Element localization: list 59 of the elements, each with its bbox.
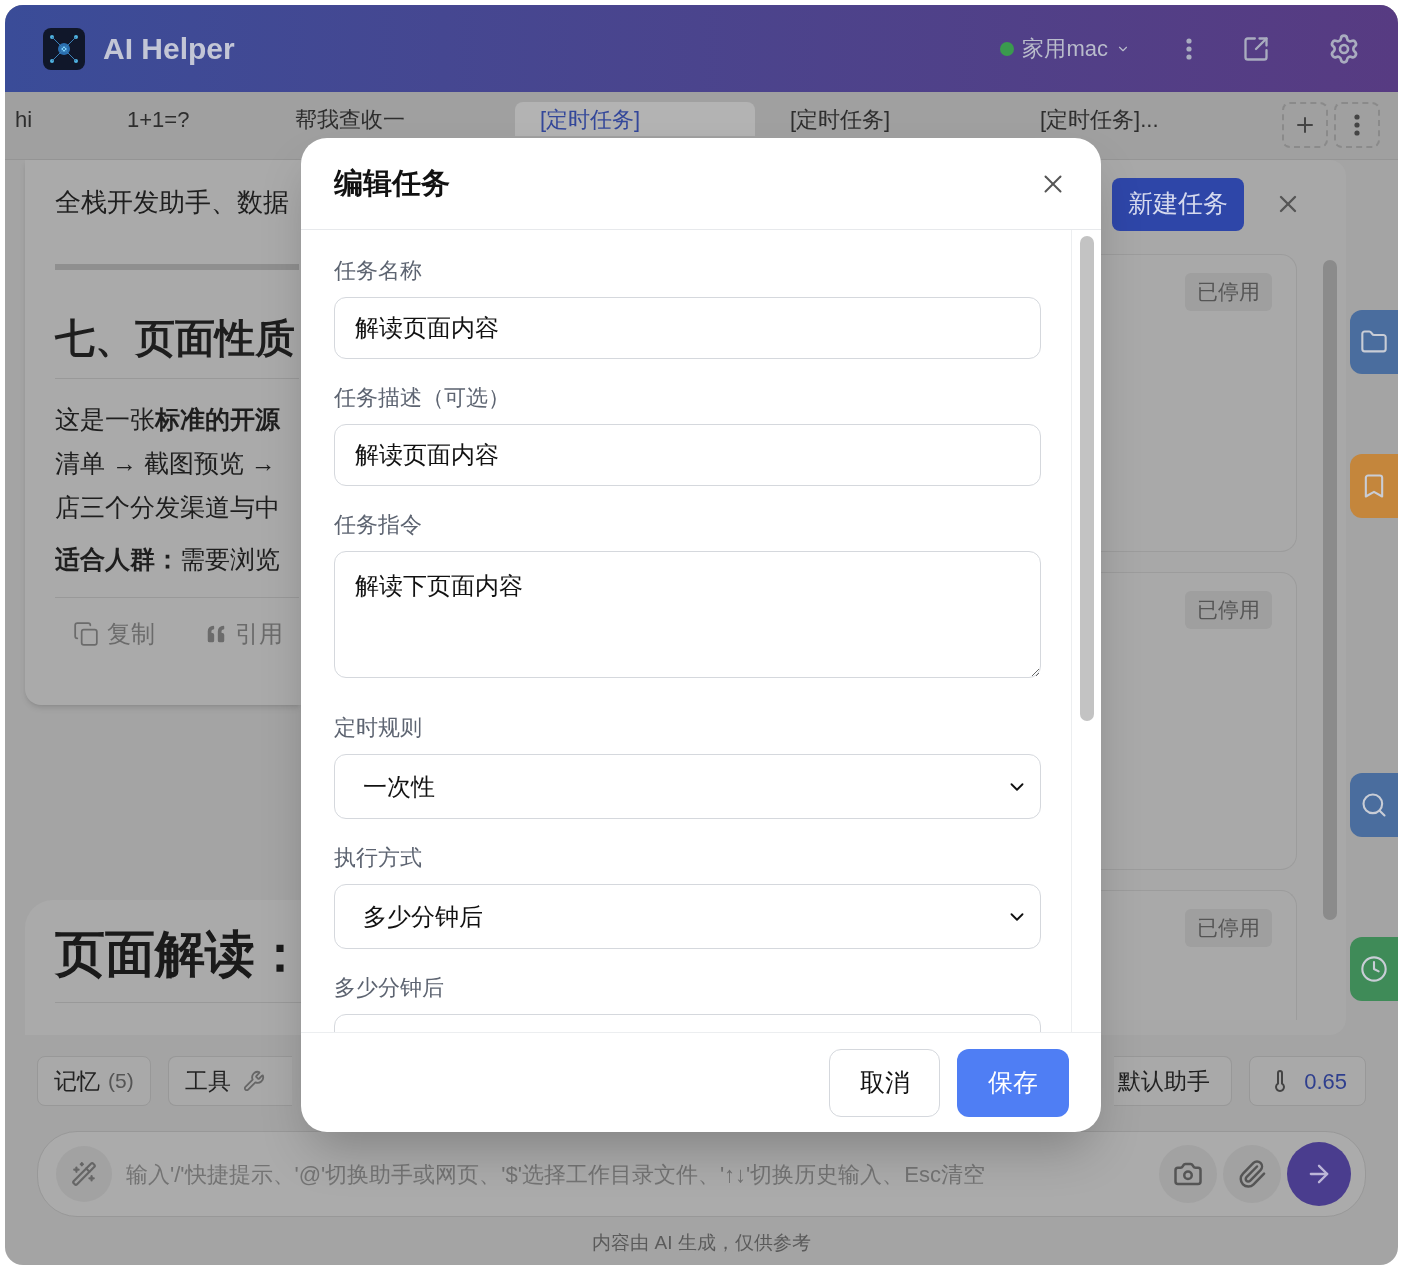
tools-button[interactable]: 工具 (167, 1056, 292, 1106)
copy-icon (73, 621, 99, 647)
text-field[interactable]: 解读页面内容 (334, 297, 1041, 359)
new-task-button[interactable]: 新建任务 (1112, 177, 1244, 231)
clock-icon (1360, 955, 1388, 983)
field-label: 任务描述（可选） (334, 384, 511, 412)
field-label: 执行方式 (334, 844, 423, 872)
side-button[interactable] (1350, 773, 1398, 837)
app-title: AI Helper (103, 31, 235, 67)
device-selector[interactable]: 家用mac (1000, 32, 1130, 65)
status-badge: 已停用 (1185, 273, 1272, 311)
save-button[interactable]: 保存 (957, 1048, 1069, 1117)
external-link-icon[interactable] (1242, 34, 1270, 63)
cancel-button[interactable]: 取消 (829, 1048, 940, 1117)
quote-icon (205, 623, 227, 645)
field-label: 任务指令 (334, 511, 423, 539)
status-badge: 已停用 (1185, 909, 1272, 947)
chat-tab[interactable]: [定时任务]... (1005, 102, 1245, 136)
status-badge: 已停用 (1185, 591, 1272, 629)
dialog-title: 编辑任务 (334, 165, 450, 201)
field-label: 任务名称 (334, 257, 423, 285)
dropdown-field[interactable]: 多少分钟后 (334, 884, 1041, 949)
magic-wand-icon[interactable] (71, 1161, 97, 1187)
more-icon[interactable] (1186, 37, 1192, 60)
task-card[interactable]: 已停用 (1101, 572, 1297, 870)
field-label: 定时规则 (334, 714, 423, 742)
section-heading: 七、页面性质 (55, 315, 296, 362)
instruction-field[interactable]: 解读下页面内容 (334, 551, 1041, 678)
dropdown-field[interactable]: 一次性 (334, 754, 1041, 819)
add-tab-button[interactable] (1282, 102, 1328, 148)
paperclip-icon[interactable] (1237, 1159, 1267, 1189)
chat-tab[interactable]: hi (5, 102, 95, 136)
disclaimer-text: 内容由 AI 生成，仅供参考 (591, 1231, 812, 1255)
task-card[interactable]: 已停用 (1101, 890, 1297, 1020)
search-icon (1360, 791, 1388, 819)
wrench-icon (242, 1070, 265, 1092)
tab-menu-button[interactable] (1334, 102, 1380, 148)
paragraph: 这是一张标准的开源 清单 → 截图预览 → 店三个分发渠道与中 (55, 404, 281, 523)
audience-text: 适合人群：需要浏览 (55, 544, 281, 575)
more-icon (1354, 114, 1360, 136)
chat-tab[interactable]: 1+1=? (95, 102, 265, 136)
chat-tab[interactable]: [定时任务] (515, 102, 755, 136)
temperature-button[interactable]: 0.65 (1249, 1056, 1366, 1106)
chat-tab[interactable]: 帮我查收一 (265, 102, 515, 136)
side-button[interactable] (1350, 454, 1398, 518)
assistant-button[interactable]: 默认助手 (1114, 1056, 1233, 1106)
memory-button[interactable]: 记忆 (5) (37, 1056, 151, 1106)
app-logo (43, 27, 85, 70)
message-text: 全栈开发助手、数据 (55, 186, 290, 219)
side-button[interactable] (1350, 937, 1398, 1001)
task-card[interactable]: 已停用 (1101, 254, 1297, 552)
text-field[interactable]: 解读页面内容 (334, 424, 1041, 486)
section-heading: 页面解读： (55, 925, 301, 984)
send-button[interactable] (1287, 1142, 1351, 1206)
memory-count: (5) (108, 1068, 134, 1095)
side-button[interactable] (1350, 310, 1398, 374)
chat-tab[interactable]: [定时任务] (755, 102, 1005, 136)
field-label: 多少分钟后 (334, 974, 445, 1002)
settings-icon[interactable] (1328, 32, 1360, 65)
